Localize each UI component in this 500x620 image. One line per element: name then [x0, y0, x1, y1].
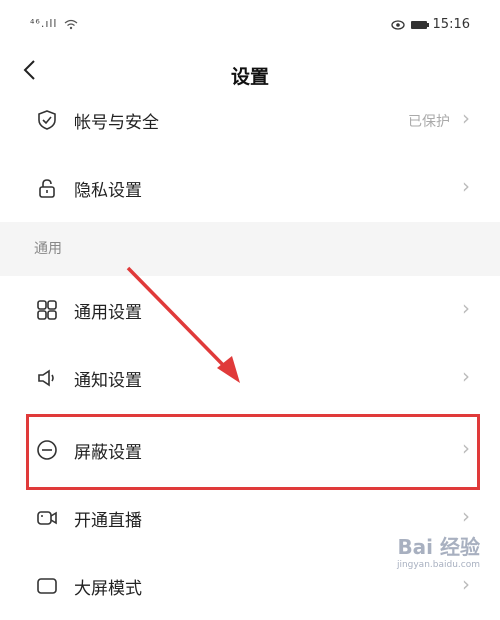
- watermark-url: jingyan.baidu.com: [396, 560, 480, 570]
- annotation-arrow: [126, 266, 240, 383]
- watermark-logo: Bai 经验: [397, 535, 480, 559]
- watermark: Bai 经验 jingyan.baidu.com: [397, 531, 480, 570]
